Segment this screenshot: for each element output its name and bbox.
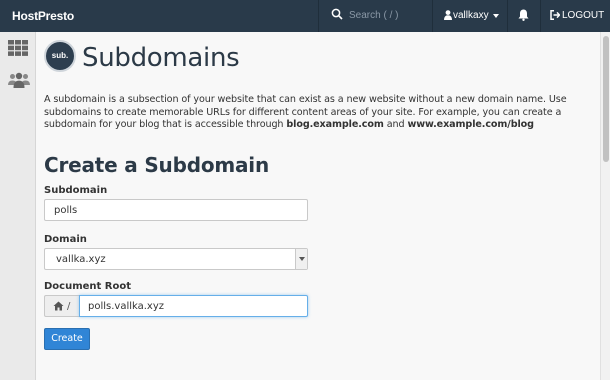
username-label: vallkaxy <box>453 10 489 21</box>
domain-label: Domain <box>44 234 87 245</box>
search-box[interactable]: Search ( / ) <box>318 0 430 32</box>
logout-icon <box>550 10 560 20</box>
domain-selected-value: vallka.xyz <box>56 254 106 265</box>
left-sidebar <box>0 32 36 380</box>
section-title: Create a Subdomain <box>44 153 269 177</box>
grid-icon[interactable] <box>8 40 28 56</box>
subdomain-badge-text: sub. <box>51 51 69 60</box>
scrollbar-thumb[interactable] <box>603 36 609 162</box>
brand-logo[interactable]: HostPresto <box>12 9 74 23</box>
document-root-label: Document Root <box>44 281 132 292</box>
bell-icon <box>518 9 529 21</box>
create-button[interactable]: Create <box>44 328 90 350</box>
user-menu[interactable]: vallkaxy <box>432 0 506 32</box>
document-root-prefix: / <box>44 295 79 317</box>
path-separator: / <box>67 301 71 312</box>
subdomain-label: Subdomain <box>44 185 108 196</box>
page-scrollbar[interactable] <box>600 32 610 380</box>
subdomains-app-icon: sub. <box>44 40 76 72</box>
users-icon[interactable] <box>8 72 30 88</box>
logout-label: LOGOUT <box>562 10 605 21</box>
user-icon <box>444 10 452 20</box>
home-icon <box>53 301 64 311</box>
example-subdomain: blog.example.com <box>286 119 384 130</box>
top-navbar: HostPresto Search ( / ) vallkaxy LOGOUT <box>0 0 610 32</box>
search-icon <box>331 8 343 20</box>
example-path: www.example.com/blog <box>407 119 534 130</box>
chevron-down-icon <box>493 14 499 18</box>
description-joiner: and <box>383 119 408 130</box>
subdomain-input[interactable]: polls <box>44 199 308 221</box>
page-title: Subdomains <box>82 43 240 73</box>
search-placeholder: Search ( / ) <box>349 10 399 21</box>
notifications-button[interactable] <box>507 0 539 32</box>
main-content: sub. Subdomains A subdomain is a subsect… <box>36 32 600 380</box>
document-root-input[interactable]: polls.vallka.xyz <box>79 295 308 317</box>
logout-button[interactable]: LOGOUT <box>540 0 610 32</box>
chevron-down-icon[interactable] <box>295 249 307 269</box>
page-description: A subdomain is a subsection of your webs… <box>44 94 590 132</box>
domain-select[interactable]: vallka.xyz <box>44 248 308 270</box>
